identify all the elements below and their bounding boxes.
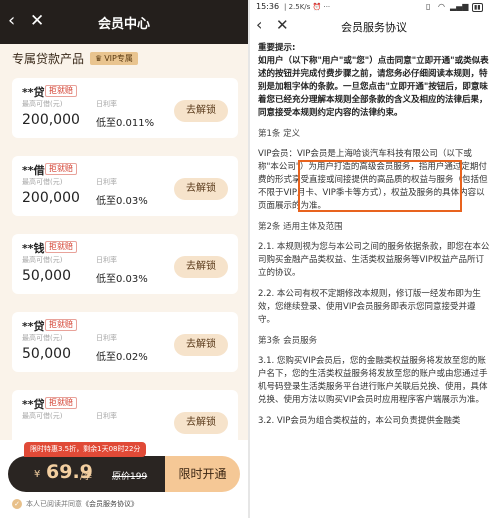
section-header: 专属贷款产品 ♛ VIP专属 — [12, 50, 138, 66]
daily-rate-label: 日利率 — [96, 178, 117, 186]
max-amount-label: 最高可借(元) — [22, 334, 63, 342]
product-name: **钱 — [22, 242, 45, 255]
important-notice-heading: 重要提示: — [258, 43, 296, 53]
max-amount-label: 最高可借(元) — [22, 178, 63, 186]
unlock-button[interactable]: 去解锁 — [174, 256, 228, 278]
agreement-header: ‹ ✕ 会员服务协议 — [250, 14, 498, 38]
section-title: 专属贷款产品 — [12, 51, 85, 66]
guarantee-tag: 拒就赔 — [45, 85, 77, 97]
article-heading: 第3条 会员服务 — [258, 336, 318, 346]
max-amount-label: 最高可借(元) — [22, 100, 63, 108]
vip-badge: ♛ VIP专属 — [90, 51, 138, 65]
article-paragraph: 3.1. 您购买VIP会员后，您的金融类权益服务将发放至您的账户名下，您的生活类… — [258, 356, 488, 405]
unlock-button[interactable]: 去解锁 — [174, 412, 228, 434]
promo-banner: 限时特惠3.5折，剩余1天08时22分 — [24, 442, 147, 457]
max-amount-label: 最高可借(元) — [22, 256, 63, 264]
agreement-prefix: 本人已阅读并同意 — [26, 500, 82, 508]
member-center-header: ‹ ✕ 会员中心 — [0, 0, 248, 44]
daily-rate-label: 日利率 — [96, 256, 117, 264]
crown-icon: ♛ — [95, 53, 103, 63]
loan-product-card: **借 拒就赔 最高可借(元) 日利率 200,000 低至0.03% 去解锁 — [12, 156, 238, 216]
product-name: **贷 — [22, 320, 45, 333]
daily-rate-label: 日利率 — [96, 412, 117, 420]
daily-rate-label: 日利率 — [96, 100, 117, 108]
daily-rate-value: 低至0.03% — [96, 196, 148, 207]
guarantee-tag: 拒就赔 — [45, 319, 77, 331]
status-network-speed: | 2.5K/s ⏰ ··· — [284, 3, 331, 11]
signal-icon: ▂▄▆ — [450, 2, 469, 11]
agreement-checkbox[interactable]: ✓ — [12, 499, 22, 509]
original-price: 原价199 — [112, 472, 148, 482]
currency-symbol: ¥ — [34, 469, 41, 480]
product-name: **贷 — [22, 398, 45, 411]
vibrate-icon: ▯ — [426, 2, 431, 11]
unlock-button[interactable]: 去解锁 — [174, 100, 228, 122]
loan-product-card: **钱 拒就赔 最高可借(元) 日利率 50,000 低至0.03% 去解锁 — [12, 234, 238, 294]
max-amount-value: 50,000 — [22, 346, 71, 362]
price-unit: /季 — [80, 472, 93, 482]
daily-rate-value: 低至0.02% — [96, 352, 148, 363]
wifi-icon: ◠ — [438, 2, 445, 11]
important-notice-body: 如用户（以下称"用户"或"您"）点击同意"立即开通"或类似表述的按钮并完成付费步… — [258, 56, 489, 118]
unlock-button[interactable]: 去解锁 — [174, 178, 228, 200]
status-bar: 15:36 | 2.5K/s ⏰ ··· ▯ ◠ ▂▄▆ ▮▮ — [250, 0, 498, 14]
max-amount-label: 最高可借(元) — [22, 412, 63, 420]
loan-product-card: **贷 拒就赔 最高可借(元) 日利率 50,000 低至0.02% 去解锁 — [12, 312, 238, 372]
important-notice: 重要提示: 如用户（以下称"用户"或"您"）点击同意"立即开通"或类似表述的按钮… — [258, 42, 492, 120]
highlight-box — [298, 160, 462, 212]
daily-rate-value: 低至0.011% — [96, 118, 155, 129]
product-name: **借 — [22, 164, 45, 177]
article-paragraph: 2.1. 本规则视为您与本公司之间的服务依据条款，即您在本公司购买金融产品类权益… — [258, 242, 490, 278]
page-title: 会员服务协议 — [341, 21, 407, 34]
guarantee-tag: 拒就赔 — [45, 397, 77, 409]
member-center-panel: ‹ ✕ 会员中心 专属贷款产品 ♛ VIP专属 **贷 拒就赔 最高可借(元) … — [0, 0, 248, 518]
max-amount-value: 200,000 — [22, 190, 80, 206]
battery-icon: ▮▮ — [472, 3, 483, 12]
agreement-link[interactable]: 《会员服务协议》 — [82, 500, 138, 508]
article-heading: 第1条 定义 — [258, 129, 301, 139]
unlock-button[interactable]: 去解锁 — [174, 334, 228, 356]
price-box: ¥ 69.9 /季 原价199 — [8, 456, 165, 492]
daily-rate-label: 日利率 — [96, 334, 117, 342]
agreement-panel: 15:36 | 2.5K/s ⏰ ··· ▯ ◠ ▂▄▆ ▮▮ ‹ ✕ 会员服务… — [250, 0, 498, 518]
daily-rate-value: 低至0.03% — [96, 274, 148, 285]
agreement-text: 本人已阅读并同意《会员服务协议》 — [26, 499, 138, 509]
loan-product-card: **贷 拒就赔 最高可借(元) 日利率 200,000 低至0.011% 去解锁 — [12, 78, 238, 138]
page-title: 会员中心 — [97, 17, 150, 32]
purchase-footer: ¥ 69.9 /季 原价199 限时开通 限时特惠3.5折，剩余1天08时22分… — [0, 440, 248, 518]
max-amount-value: 200,000 — [22, 112, 80, 128]
guarantee-tag: 拒就赔 — [45, 241, 77, 253]
article-heading: 第2条 适用主体及范围 — [258, 222, 343, 232]
vip-badge-label: VIP专属 — [104, 53, 133, 63]
max-amount-value: 50,000 — [22, 268, 71, 284]
status-time: 15:36 — [256, 2, 280, 11]
article-paragraph: 3.2. VIP会员为组合类权益的，本公司负责提供金融类 — [258, 416, 461, 426]
guarantee-tag: 拒就赔 — [45, 163, 77, 175]
open-now-button[interactable]: 限时开通 — [165, 456, 240, 492]
agreement-document: 重要提示: 如用户（以下称"用户"或"您"）点击同意"立即开通"或类似表述的按钮… — [258, 42, 492, 436]
article-paragraph: 2.2. 本公司有权不定期修改本规则，修订版一经发布即为生效，您继续登录、使用V… — [258, 289, 481, 325]
product-name: **贷 — [22, 86, 45, 99]
agreement-row: ✓ 本人已阅读并同意《会员服务协议》 — [12, 498, 138, 510]
